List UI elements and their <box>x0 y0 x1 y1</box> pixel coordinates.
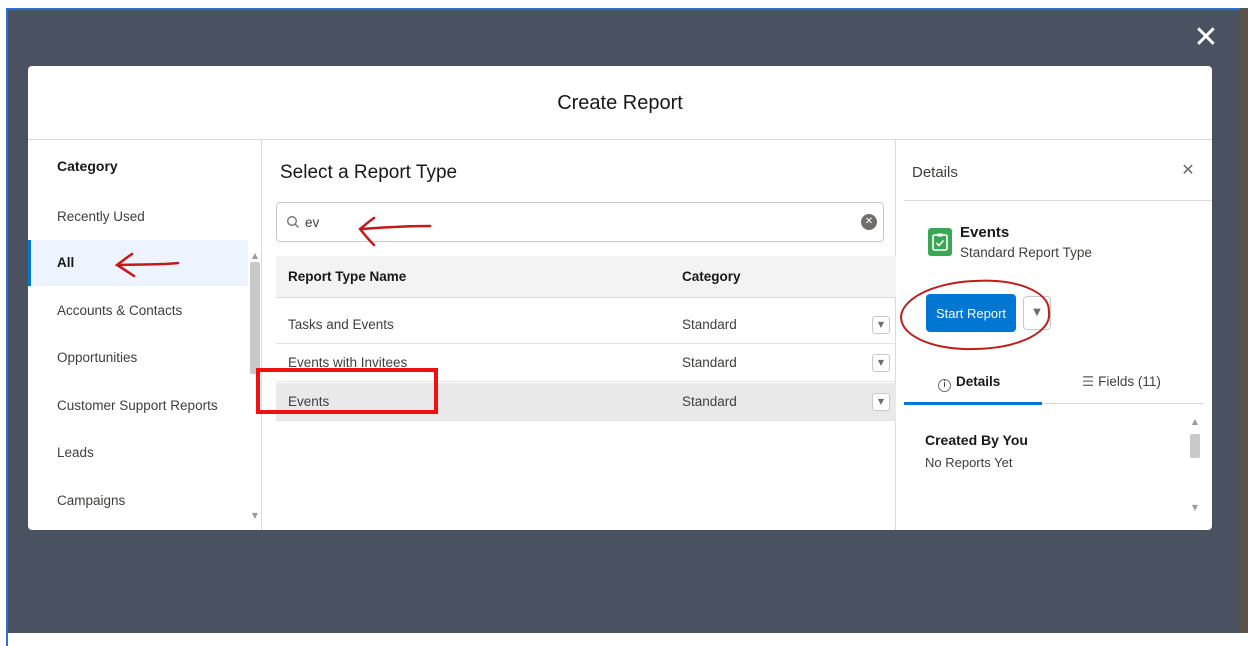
report-type-icon <box>928 228 952 256</box>
table-row[interactable]: Tasks and Events Standard ▼ <box>276 306 896 344</box>
details-tabs: i Details ☰ Fields (11) <box>904 364 1204 405</box>
row-name: Tasks and Events <box>288 317 394 332</box>
report-type-subtitle: Standard Report Type <box>960 245 1092 260</box>
row-actions-chevron-down-icon[interactable]: ▼ <box>872 354 890 372</box>
details-scroll-thumb[interactable] <box>1190 434 1200 458</box>
clipboard-icon <box>932 233 948 251</box>
divider <box>904 200 1212 201</box>
category-item-leads[interactable]: Leads <box>28 430 248 476</box>
category-panel: Category Recently Used All Accounts & Co… <box>28 140 262 530</box>
scroll-down-icon[interactable]: ▼ <box>1188 502 1202 514</box>
details-heading: Details <box>912 164 958 181</box>
category-item-accounts-contacts[interactable]: Accounts & Contacts <box>28 288 248 334</box>
clear-search-icon[interactable]: ✕ <box>861 214 877 230</box>
category-heading: Category <box>57 158 118 174</box>
row-category: Standard <box>682 317 737 332</box>
details-scrollbar[interactable]: ▲ ▼ <box>1188 416 1202 518</box>
tab-details-label: Details <box>956 374 1001 389</box>
info-icon: i <box>938 379 951 392</box>
column-header-name[interactable]: Report Type Name <box>288 256 406 298</box>
tab-fields-label: Fields (11) <box>1098 374 1161 389</box>
category-item-customer-support-reports[interactable]: Customer Support Reports <box>28 383 248 429</box>
close-modal-icon[interactable]: ✕ <box>1186 18 1226 58</box>
annotation-arrow-all <box>114 252 180 278</box>
scroll-up-icon[interactable]: ▲ <box>248 250 262 262</box>
tab-details[interactable]: i Details <box>938 364 1000 404</box>
annotation-circle-start-report <box>898 276 1052 354</box>
category-scroll-thumb[interactable] <box>250 262 260 374</box>
report-type-table-header: Report Type Name Category <box>276 256 896 298</box>
page-bottom <box>6 633 1248 646</box>
report-type-heading: Select a Report Type <box>280 162 458 183</box>
report-type-panel: Select a Report Type ✕ Report Type Name … <box>262 140 896 530</box>
report-type-title: Events <box>960 224 1010 241</box>
no-reports-text: No Reports Yet <box>925 455 1013 470</box>
category-item-opportunities[interactable]: Opportunities <box>28 335 248 381</box>
column-header-category[interactable]: Category <box>682 256 741 298</box>
row-actions-chevron-down-icon[interactable]: ▼ <box>872 316 890 334</box>
annotation-box-events <box>256 368 438 414</box>
created-by-you-heading: Created By You <box>925 432 1028 448</box>
category-item-campaigns[interactable]: Campaigns <box>28 478 248 524</box>
close-details-icon[interactable]: ✕ <box>1176 158 1200 182</box>
row-category: Standard <box>682 355 737 370</box>
create-report-modal: Create Report Category Recently Used All… <box>28 66 1212 530</box>
scroll-down-icon[interactable]: ▼ <box>248 510 262 522</box>
details-panel: Details ✕ Events Standard Report Type St… <box>896 140 1212 530</box>
list-icon: ☰ <box>1082 374 1095 390</box>
background-edge <box>1240 8 1248 633</box>
modal-title: Create Report <box>557 92 683 114</box>
category-scrollbar[interactable]: ▲ ▼ <box>248 180 262 526</box>
tab-fields[interactable]: ☰ Fields (11) <box>1082 364 1161 404</box>
annotation-arrow-search <box>358 216 432 247</box>
modal-header: Create Report <box>28 66 1212 140</box>
category-item-recently-used[interactable]: Recently Used <box>28 194 248 240</box>
search-icon <box>287 216 299 228</box>
active-tab-indicator <box>904 402 1042 405</box>
row-actions-chevron-down-icon[interactable]: ▼ <box>872 393 890 411</box>
row-category: Standard <box>682 394 737 409</box>
scroll-up-icon[interactable]: ▲ <box>1188 416 1202 428</box>
